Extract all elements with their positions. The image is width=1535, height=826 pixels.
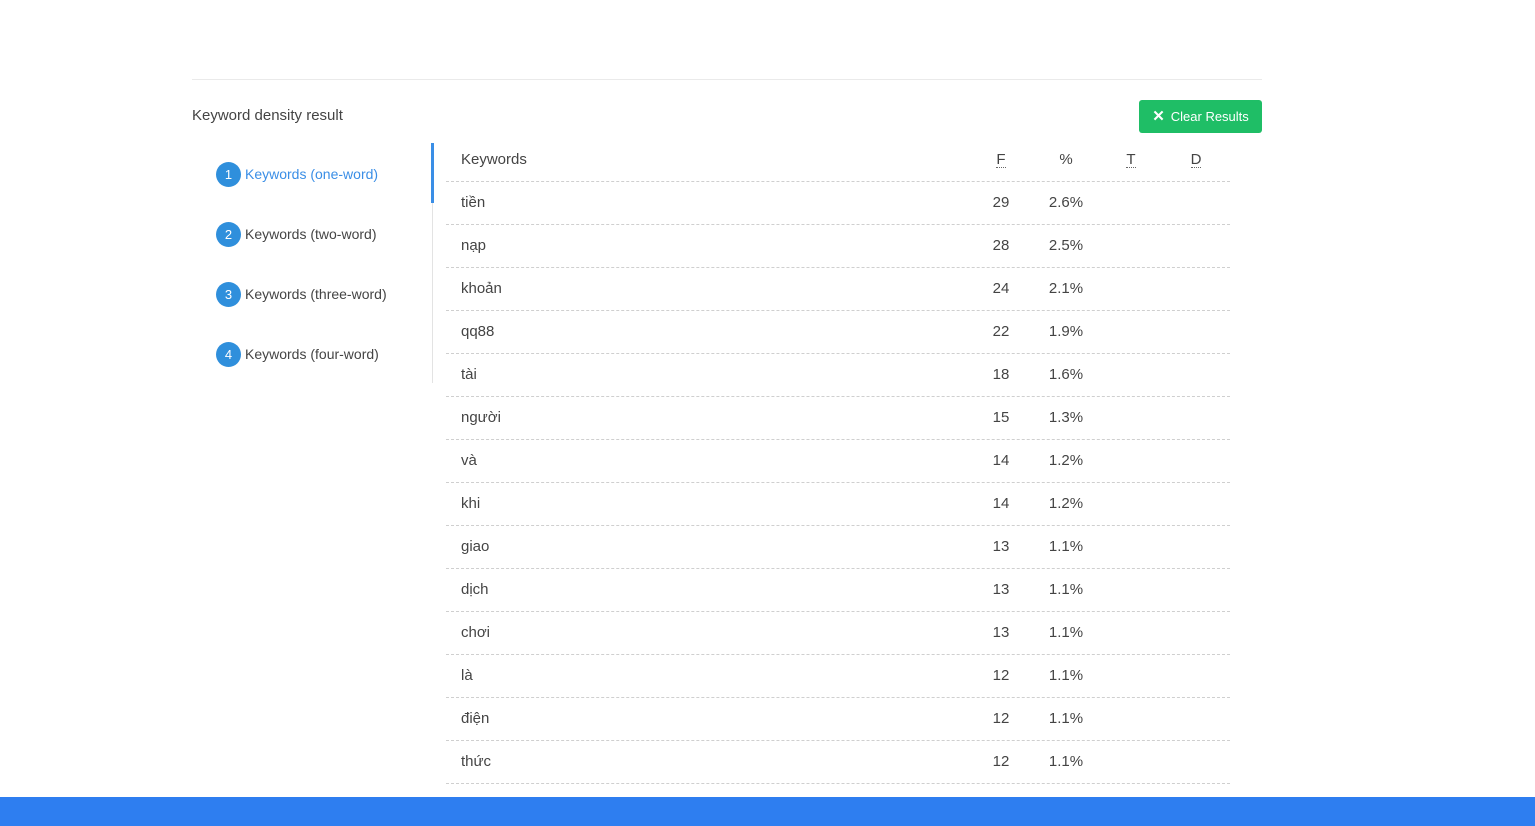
tab-label: Keywords (three-word) (245, 286, 387, 302)
tab-label: Keywords (one-word) (245, 166, 379, 182)
percent-cell: 1.1% (1048, 538, 1084, 555)
header-title: T (1096, 139, 1166, 181)
table-row: điện 12 1.1% (446, 698, 1230, 741)
percent-cell: 1.1% (1048, 710, 1084, 727)
tab-number-badge: 4 (216, 341, 241, 367)
table-row: nạp 28 2.5% (446, 225, 1230, 268)
frequency-cell: 13 (992, 624, 1010, 641)
tab-one-word[interactable]: 1 Keywords (one-word) (216, 161, 378, 187)
percent-cell: 1.6% (1048, 366, 1084, 383)
percent-cell: 1.3% (1048, 409, 1084, 426)
percent-cell: 1.2% (1048, 452, 1084, 469)
tab-three-word[interactable]: 3 Keywords (three-word) (216, 281, 387, 307)
frequency-cell: 12 (992, 667, 1010, 684)
keyword-cell: thức (461, 753, 492, 770)
header-title-abbr: T (1126, 151, 1136, 168)
tab-number-badge: 3 (216, 281, 241, 307)
keyword-cell: nạp (461, 237, 487, 254)
frequency-cell: 18 (992, 366, 1010, 383)
table-row: dịch 13 1.1% (446, 569, 1230, 612)
frequency-cell: 12 (992, 710, 1010, 727)
footer-bar (0, 797, 1535, 826)
tab-number-badge: 1 (216, 161, 241, 187)
tab-number-badge: 2 (216, 221, 241, 247)
keyword-cell: dịch (461, 581, 489, 598)
header-percent: % (1059, 151, 1073, 168)
table-row: khi 14 1.2% (446, 483, 1230, 526)
table-row: là 12 1.1% (446, 655, 1230, 698)
keyword-cell: tiền (461, 194, 486, 211)
keyword-cell: khoản (461, 280, 502, 297)
percent-cell: 1.1% (1048, 753, 1084, 770)
percent-cell: 1.1% (1048, 624, 1084, 641)
header-keywords: Keywords (461, 151, 527, 168)
frequency-cell: 13 (992, 581, 1010, 598)
frequency-cell: 28 (992, 237, 1010, 254)
section-title: Keyword density result (192, 107, 343, 124)
keyword-tabs: 1 Keywords (one-word) 2 Keywords (two-wo… (192, 143, 434, 383)
header-description: D (1161, 139, 1231, 181)
frequency-cell: 13 (992, 538, 1010, 555)
keyword-cell: khi (461, 495, 481, 512)
header-frequency-abbr: F (996, 151, 1006, 168)
frequency-cell: 12 (992, 753, 1010, 770)
frequency-cell: 15 (992, 409, 1010, 426)
table-row: giao 13 1.1% (446, 526, 1230, 569)
clear-results-button[interactable]: ✕ Clear Results (1139, 100, 1262, 133)
table-body: tiền 29 2.6% nạp 28 2.5% khoản 24 2.1% qq88 22 1.9%… (446, 182, 1230, 784)
percent-cell: 1.2% (1048, 495, 1084, 512)
table-header-row: Keywords F % T D (446, 139, 1230, 182)
percent-cell: 1.1% (1048, 581, 1084, 598)
keyword-table: Keywords F % T D tiền 29 2.6% nạp 28 2.5% khoả… (446, 139, 1230, 784)
tab-label: Keywords (four-word) (245, 346, 379, 362)
frequency-cell: 24 (992, 280, 1010, 297)
header-frequency: F (966, 139, 1036, 181)
table-row: chơi 13 1.1% (446, 612, 1230, 655)
table-row: thức 12 1.1% (446, 741, 1230, 784)
keyword-cell: là (461, 667, 473, 684)
keyword-cell: người (461, 409, 501, 426)
table-row: khoản 24 2.1% (446, 268, 1230, 311)
table-row: và 14 1.2% (446, 440, 1230, 483)
top-divider (192, 79, 1262, 80)
frequency-cell: 29 (992, 194, 1010, 211)
frequency-cell: 22 (992, 323, 1010, 340)
page: Keyword density result ✕ Clear Results 1… (0, 0, 1535, 826)
tab-four-word[interactable]: 4 Keywords (four-word) (216, 341, 379, 367)
close-icon: ✕ (1152, 108, 1165, 125)
keyword-cell: và (461, 452, 477, 469)
table-row: tài 18 1.6% (446, 354, 1230, 397)
frequency-cell: 14 (992, 452, 1010, 469)
tab-label: Keywords (two-word) (245, 226, 377, 242)
keyword-cell: tài (461, 366, 477, 383)
header-description-abbr: D (1190, 151, 1202, 168)
keyword-cell: điện (461, 710, 490, 727)
percent-cell: 2.5% (1048, 237, 1084, 254)
table-row: tiền 29 2.6% (446, 182, 1230, 225)
percent-cell: 1.1% (1048, 667, 1084, 684)
percent-cell: 1.9% (1048, 323, 1084, 340)
keyword-cell: giao (461, 538, 490, 555)
keyword-cell: qq88 (461, 323, 495, 340)
table-row: người 15 1.3% (446, 397, 1230, 440)
tab-two-word[interactable]: 2 Keywords (two-word) (216, 221, 376, 247)
percent-cell: 2.6% (1048, 194, 1084, 211)
clear-results-label: Clear Results (1170, 109, 1249, 124)
percent-cell: 2.1% (1048, 280, 1084, 297)
table-row: qq88 22 1.9% (446, 311, 1230, 354)
frequency-cell: 14 (992, 495, 1010, 512)
keyword-cell: chơi (461, 624, 491, 641)
active-tab-indicator (431, 143, 434, 203)
